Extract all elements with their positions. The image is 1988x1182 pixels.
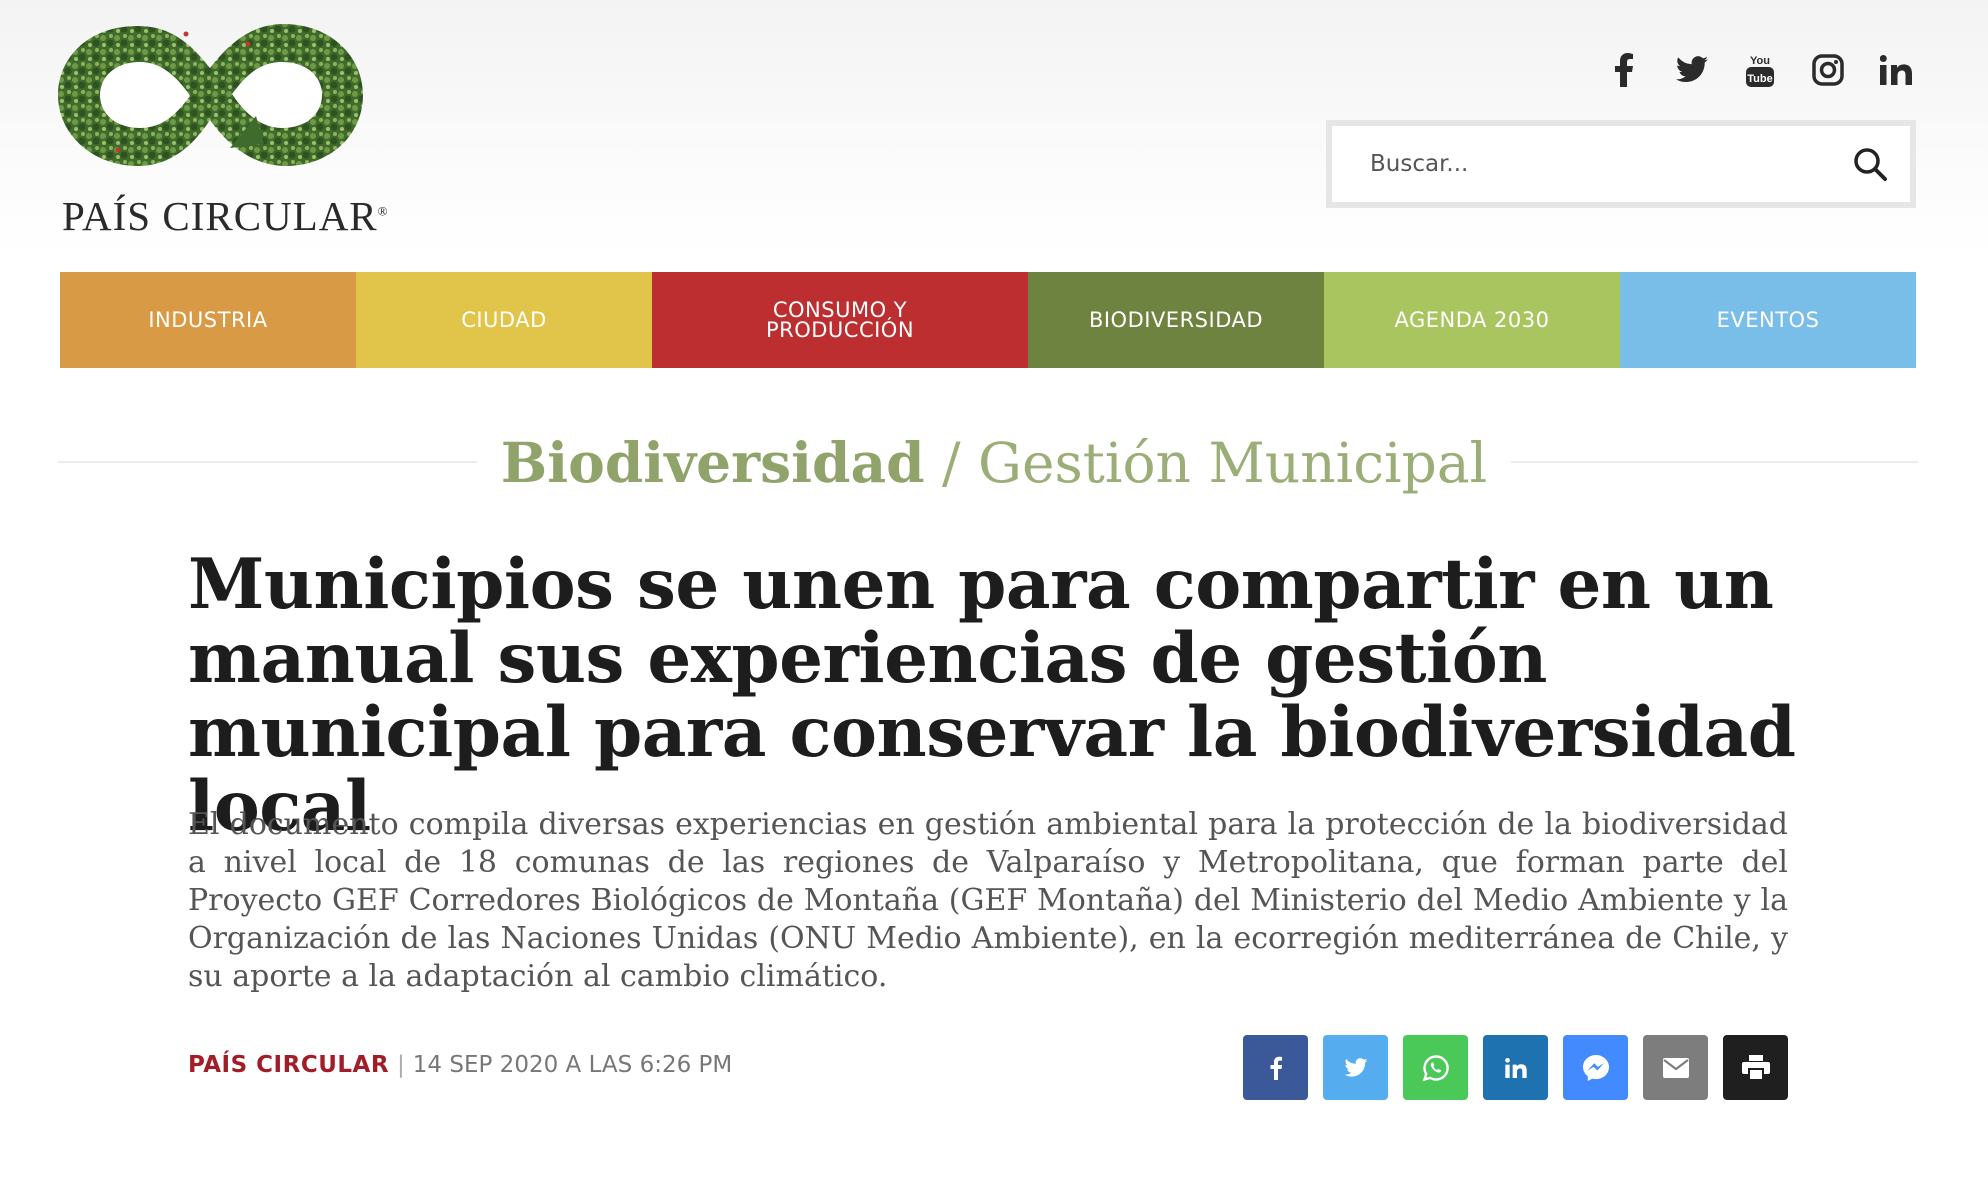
article-author-link[interactable]: PAÍS CIRCULAR (188, 1052, 389, 1078)
linkedin-icon (1504, 1057, 1527, 1078)
meta-separator: | (397, 1052, 405, 1078)
site-header: PAÍS CIRCULAR® You Tube (0, 0, 1988, 260)
breadcrumb-separator: / (942, 431, 961, 495)
facebook-icon[interactable] (1590, 44, 1658, 96)
search-box (1326, 120, 1916, 208)
email-icon (1662, 1057, 1689, 1078)
svg-text:Tube: Tube (1747, 73, 1772, 85)
linkedin-icon[interactable] (1862, 44, 1930, 96)
share-email-button[interactable] (1643, 1035, 1708, 1100)
messenger-icon (1582, 1054, 1609, 1081)
nav-item-industria[interactable]: INDUSTRIA (60, 272, 356, 368)
nav-item-ciudad[interactable]: CIUDAD (356, 272, 652, 368)
main-navigation: INDUSTRIA CIUDAD CONSUMO Y PRODUCCIÓN BI… (60, 272, 1916, 368)
facebook-icon (1270, 1056, 1282, 1080)
article-lead: El documento compila diversas experienci… (188, 807, 1788, 994)
share-buttons (1243, 1035, 1788, 1100)
nav-item-biodiversidad[interactable]: BIODIVERSIDAD (1028, 272, 1324, 368)
share-facebook-button[interactable] (1243, 1035, 1308, 1100)
article-date: 14 SEP 2020 A LAS 6:26 PM (412, 1052, 733, 1078)
breadcrumb-subcategory-link[interactable]: Gestión Municipal (978, 431, 1487, 495)
breadcrumb-category-link[interactable]: Biodiversidad (501, 430, 925, 495)
breadcrumb: Biodiversidad / Gestión Municipal (0, 430, 1988, 495)
brand-name: PAÍS CIRCULAR® (62, 193, 389, 239)
share-twitter-button[interactable] (1323, 1035, 1388, 1100)
article-meta: PAÍS CIRCULAR | 14 SEP 2020 A LAS 6:26 PM (188, 1052, 732, 1078)
share-messenger-button[interactable] (1563, 1035, 1628, 1100)
share-print-button[interactable] (1723, 1035, 1788, 1100)
twitter-icon (1344, 1057, 1367, 1077)
share-whatsapp-button[interactable] (1403, 1035, 1468, 1100)
infinity-logo-icon (58, 24, 363, 166)
twitter-icon[interactable] (1658, 44, 1726, 96)
social-links: You Tube (1590, 44, 1930, 96)
search-input[interactable] (1370, 126, 1810, 202)
instagram-icon[interactable] (1794, 44, 1862, 96)
youtube-icon[interactable]: You Tube (1726, 44, 1794, 96)
share-linkedin-button[interactable] (1483, 1035, 1548, 1100)
svg-text:You: You (1750, 55, 1770, 67)
whatsapp-icon (1422, 1054, 1449, 1081)
site-logo[interactable]: PAÍS CIRCULAR® (58, 20, 388, 239)
nav-item-agenda-2030[interactable]: AGENDA 2030 (1324, 272, 1620, 368)
search-icon[interactable] (1848, 142, 1892, 186)
article-title: Municipios se unen para compartir en un … (188, 544, 1796, 847)
print-icon (1741, 1054, 1770, 1081)
nav-item-consumo-y-produccion[interactable]: CONSUMO Y PRODUCCIÓN (652, 272, 1028, 368)
nav-item-eventos[interactable]: EVENTOS (1620, 272, 1916, 368)
